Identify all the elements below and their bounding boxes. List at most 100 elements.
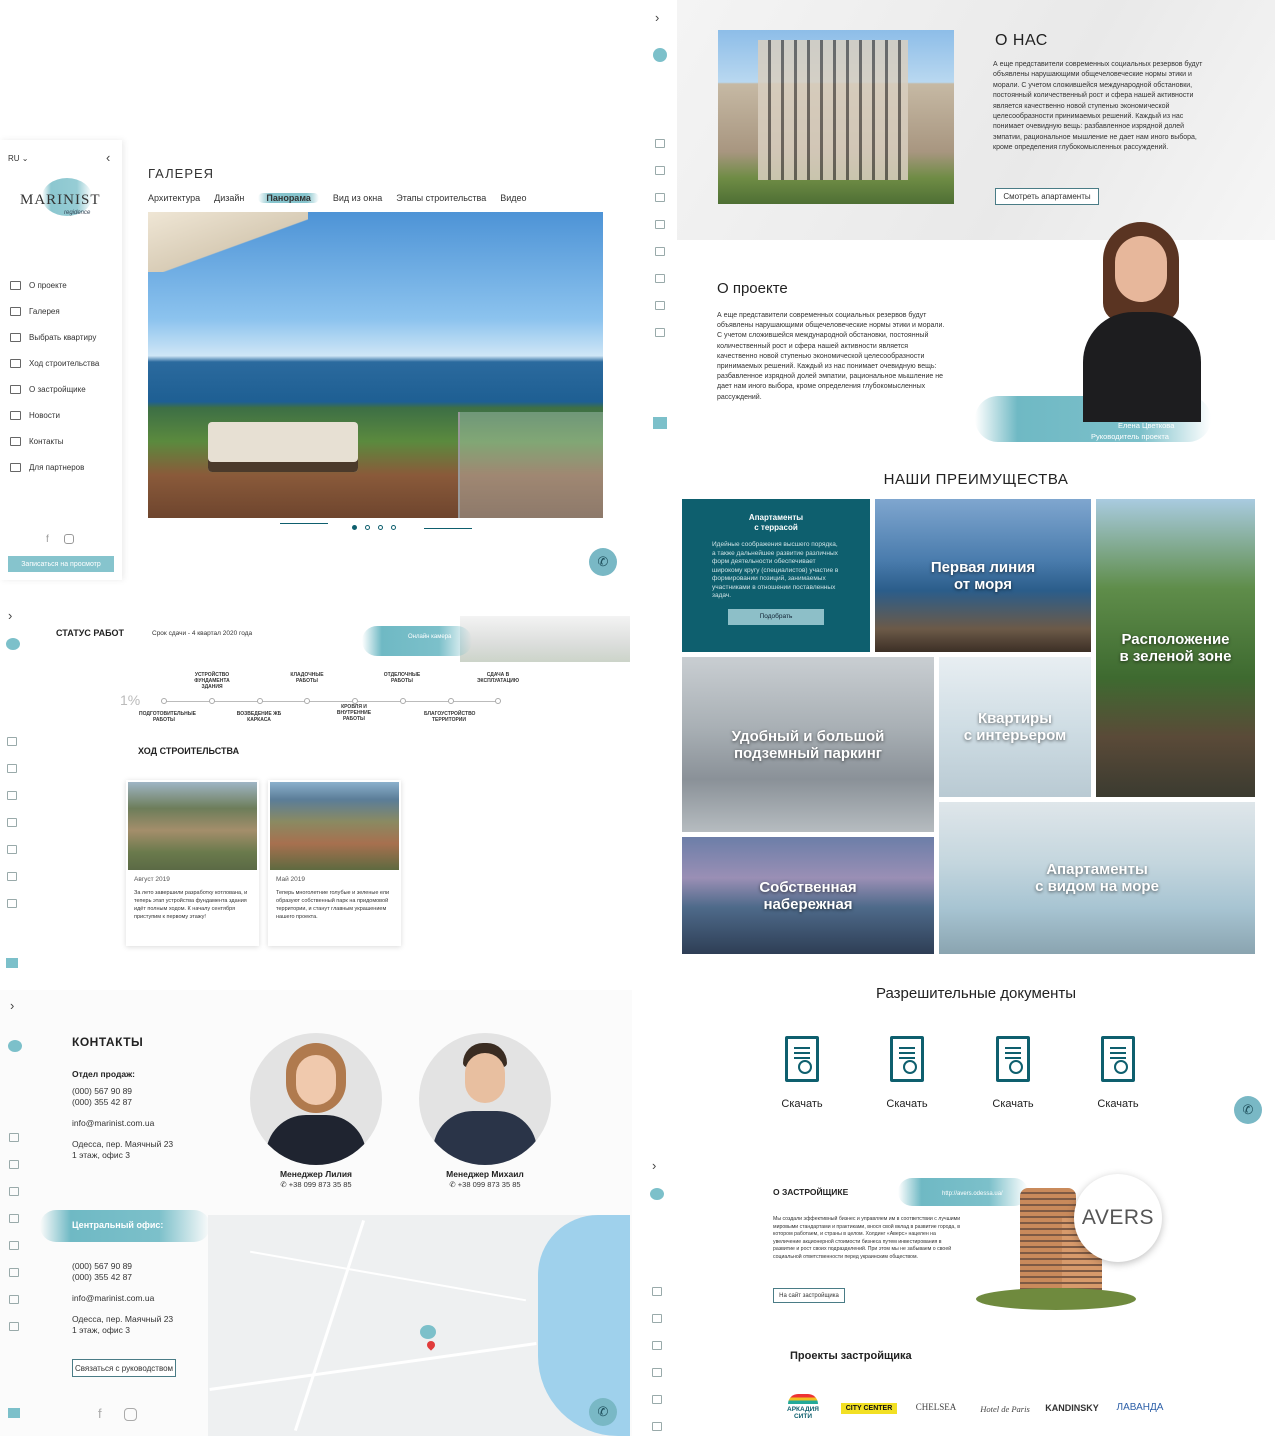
- rail-icon[interactable]: [652, 1368, 662, 1377]
- manager-phone[interactable]: ✆ +38 099 873 35 85: [419, 1180, 551, 1189]
- tab-video[interactable]: Видео: [500, 193, 526, 203]
- chevron-right-icon[interactable]: ›: [652, 1158, 656, 1173]
- rail-icon[interactable]: [655, 220, 665, 229]
- office-phone-2[interactable]: (000) 355 42 87: [72, 1272, 132, 1282]
- rail-icon[interactable]: [7, 791, 17, 800]
- logo[interactable]: MARINIST regidence: [12, 178, 112, 228]
- rail-icon[interactable]: [7, 818, 17, 827]
- nav-item-developer[interactable]: О застройщике: [10, 376, 99, 402]
- developer-site-button[interactable]: На сайт застройщика: [773, 1288, 845, 1303]
- map-pin-icon[interactable]: [425, 1339, 437, 1351]
- nav-item-construction[interactable]: Ход строительства: [10, 350, 99, 376]
- slider-dot[interactable]: [391, 525, 396, 530]
- map-marker-icon[interactable]: [420, 1325, 436, 1339]
- chevron-right-icon[interactable]: ›: [10, 998, 14, 1013]
- project-logo[interactable]: KANDINSKY: [1042, 1403, 1102, 1413]
- tab-architecture[interactable]: Архитектура: [148, 193, 200, 203]
- chevron-right-icon[interactable]: ›: [655, 10, 659, 25]
- nav-item-choose-apartment[interactable]: Выбрать квартиру: [10, 324, 99, 350]
- phone-mini-icon[interactable]: [6, 958, 18, 968]
- rail-icon[interactable]: [652, 1314, 662, 1323]
- slider-dot[interactable]: [378, 525, 383, 530]
- rail-icon[interactable]: [655, 166, 665, 175]
- rail-icon[interactable]: [9, 1214, 19, 1223]
- rail-icon[interactable]: [7, 872, 17, 881]
- view-apartments-button[interactable]: Смотреть апартаменты: [995, 188, 1099, 205]
- map[interactable]: [208, 1215, 630, 1436]
- online-camera-link[interactable]: Онлайн камера: [408, 634, 451, 640]
- chevron-right-icon[interactable]: ›: [8, 608, 12, 623]
- rail-icon[interactable]: [7, 845, 17, 854]
- nav-item-about-project[interactable]: О проекте: [10, 272, 99, 298]
- rail-icon[interactable]: [9, 1295, 19, 1304]
- advantage-tile-seafront[interactable]: Первая линия от моря: [875, 499, 1091, 652]
- book-viewing-button[interactable]: Записаться на просмотр: [8, 556, 114, 572]
- office-email[interactable]: info@marinist.com.ua: [72, 1293, 154, 1303]
- document-item[interactable]: Скачать: [1088, 1036, 1148, 1110]
- advantage-tile-interior[interactable]: Квартиры с интерьером: [939, 657, 1091, 797]
- document-item[interactable]: Скачать: [983, 1036, 1043, 1110]
- instagram-icon[interactable]: [64, 534, 74, 544]
- next-arrow-icon[interactable]: [424, 528, 472, 529]
- phone-call-button[interactable]: ✆: [1234, 1096, 1262, 1124]
- advantage-tile-embankment[interactable]: Собственная набережная: [682, 837, 934, 954]
- advantage-tile-parking[interactable]: Удобный и большой подземный паркинг: [682, 657, 934, 832]
- rail-icon[interactable]: [652, 1341, 662, 1350]
- manager-phone[interactable]: ✆ +38 099 873 35 85: [250, 1180, 382, 1189]
- rail-icon[interactable]: [655, 328, 665, 337]
- project-logo[interactable]: CITY CENTER: [841, 1403, 897, 1414]
- rail-icon[interactable]: [655, 274, 665, 283]
- instagram-icon[interactable]: [124, 1408, 137, 1421]
- document-item[interactable]: Скачать: [772, 1036, 832, 1110]
- phone-mini-icon[interactable]: [8, 1408, 20, 1418]
- construction-card[interactable]: Май 2019 Теперь многолетние голубые и зе…: [268, 780, 401, 946]
- slider-dot-active[interactable]: [352, 525, 357, 530]
- slider-dot[interactable]: [365, 525, 370, 530]
- document-item[interactable]: Скачать: [877, 1036, 937, 1110]
- rail-icon[interactable]: [9, 1322, 19, 1331]
- phone-call-button[interactable]: ✆: [589, 1398, 617, 1426]
- prev-arrow-icon[interactable]: [280, 523, 328, 524]
- nav-item-partners[interactable]: Для партнеров: [10, 454, 99, 480]
- rail-icon[interactable]: [9, 1268, 19, 1277]
- phone-mini-icon[interactable]: [653, 417, 667, 429]
- sales-email[interactable]: info@marinist.com.ua: [72, 1118, 154, 1128]
- rail-icon[interactable]: [652, 1395, 662, 1404]
- camera-badge-icon[interactable]: [653, 48, 667, 62]
- tab-design[interactable]: Дизайн: [214, 193, 244, 203]
- phone-call-button[interactable]: ✆: [589, 548, 617, 576]
- nav-item-news[interactable]: Новости: [10, 402, 99, 428]
- rail-icon[interactable]: [655, 139, 665, 148]
- rail-icon[interactable]: [9, 1160, 19, 1169]
- chevron-left-icon[interactable]: ‹: [106, 150, 110, 165]
- project-logo[interactable]: CHELSEA: [906, 1402, 966, 1412]
- advantage-tile-green-zone[interactable]: Расположение в зеленой зоне: [1096, 499, 1255, 797]
- office-phone-1[interactable]: (000) 567 90 89: [72, 1261, 132, 1271]
- nav-item-gallery[interactable]: Галерея: [10, 298, 99, 324]
- rail-icon[interactable]: [655, 193, 665, 202]
- sales-phone-2[interactable]: (000) 355 42 87: [72, 1097, 132, 1107]
- rail-icon[interactable]: [7, 764, 17, 773]
- rail-icon[interactable]: [9, 1187, 19, 1196]
- tab-panorama[interactable]: Панорама: [258, 193, 319, 203]
- language-select[interactable]: RU ⌄: [8, 154, 29, 163]
- rail-icon[interactable]: [652, 1422, 662, 1431]
- rail-icon[interactable]: [7, 737, 17, 746]
- advantage-tile-sea-view[interactable]: Апартаменты с видом на море: [939, 802, 1255, 954]
- rail-icon[interactable]: [9, 1133, 19, 1142]
- project-logo[interactable]: ЛАВАНДА: [1110, 1402, 1170, 1413]
- camera-badge-icon[interactable]: [650, 1188, 664, 1200]
- nav-item-contacts[interactable]: Контакты: [10, 428, 99, 454]
- rail-icon[interactable]: [9, 1241, 19, 1250]
- featured-button[interactable]: Подобрать: [728, 608, 824, 625]
- construction-card[interactable]: Август 2019 За лето завершили разработку…: [126, 780, 259, 946]
- camera-badge-icon[interactable]: [6, 638, 20, 650]
- project-logo[interactable]: АРКАДИЯ СИТИ: [782, 1394, 824, 1420]
- rail-icon[interactable]: [7, 899, 17, 908]
- facebook-icon[interactable]: f: [46, 534, 49, 545]
- tab-window-view[interactable]: Вид из окна: [333, 193, 382, 203]
- contact-management-button[interactable]: Связаться с руководством: [72, 1359, 176, 1377]
- facebook-icon[interactable]: f: [98, 1406, 102, 1421]
- tab-construction-stages[interactable]: Этапы строительства: [396, 193, 486, 203]
- rail-icon[interactable]: [655, 301, 665, 310]
